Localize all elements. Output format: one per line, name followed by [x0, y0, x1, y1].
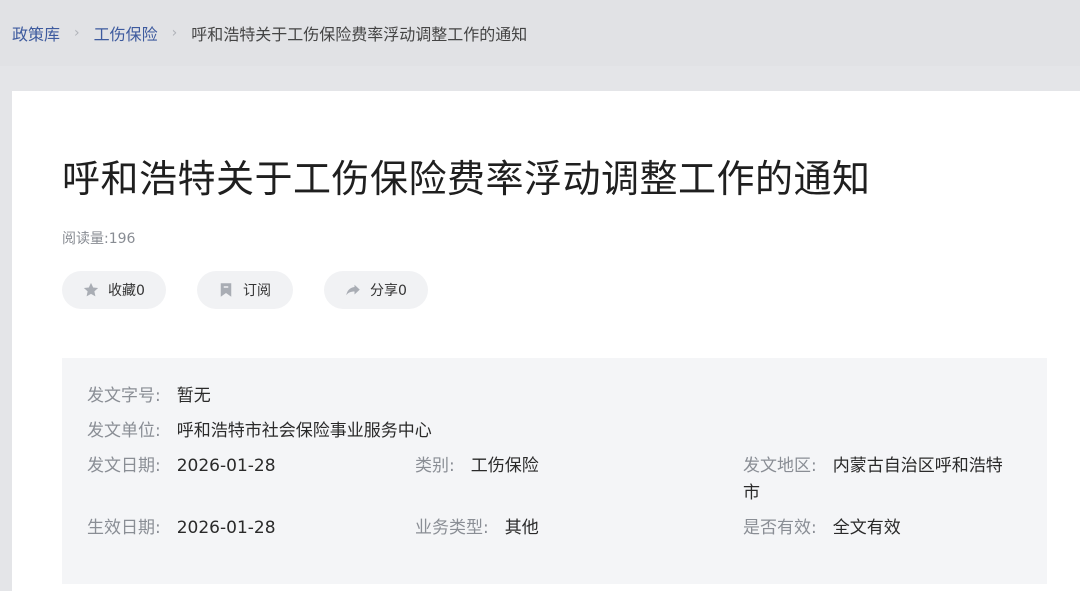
validity-value: 全文有效: [832, 518, 901, 538]
breadcrumb-work-injury-insurance[interactable]: 工伤保险: [94, 21, 158, 45]
breadcrumb-policy-library[interactable]: 政策库: [12, 21, 60, 45]
action-bar: 收藏0 订阅 分享0: [62, 271, 459, 309]
issue-date-value: 2026-01-28: [176, 456, 276, 476]
article-card: 呼和浩特关于工伤保险费率浮动调整工作的通知 阅读量:196 收藏0 订阅 分享0…: [12, 91, 1080, 591]
breadcrumb-separator-icon: ›: [74, 25, 80, 41]
breadcrumb-separator-icon: ›: [171, 25, 178, 41]
issue-date-label: 发文日期:: [87, 456, 161, 476]
breadcrumb-current: 呼和浩特关于工伤保险费率浮动调整工作的通知: [191, 25, 528, 44]
effective-date-value: 2026-01-28: [176, 518, 276, 538]
breadcrumb: 政策库 › 工伤保险 › 呼和浩特关于工伤保险费率浮动调整工作的通知: [0, 0, 1080, 66]
region-value-continued: 市: [743, 483, 760, 503]
collect-label: 收藏0: [108, 283, 145, 299]
issuer-label: 发文单位:: [87, 421, 161, 441]
meta-row-region-wrap: 市: [62, 480, 1047, 510]
business-type-label: 业务类型:: [415, 518, 489, 538]
page-title: 呼和浩特关于工伤保险费率浮动调整工作的通知: [62, 157, 871, 201]
meta-row-doc-number: 发文字号: 暂无: [62, 383, 1047, 413]
read-count: 阅读量:196: [62, 231, 136, 247]
doc-number-value: 暂无: [176, 386, 211, 406]
issuer-value: 呼和浩特市社会保险事业服务中心: [176, 421, 432, 441]
share-arrow-icon: [344, 281, 362, 299]
effective-date-label: 生效日期:: [87, 518, 161, 538]
category-label: 类别:: [415, 456, 455, 476]
meta-row-dates: 发文日期: 2026-01-28 类别: 工伤保险 发文地区: 内蒙古自治区呼和…: [62, 453, 1047, 483]
document-meta: 发文字号: 暂无 发文单位: 呼和浩特市社会保险事业服务中心 发文日期: 202…: [62, 358, 1047, 584]
doc-number-label: 发文字号:: [87, 386, 161, 406]
category-value: 工伤保险: [470, 456, 539, 476]
meta-row-effective: 生效日期: 2026-01-28 业务类型: 其他 是否有效: 全文有效: [62, 515, 1047, 545]
collect-button[interactable]: 收藏0: [62, 271, 166, 309]
share-label: 分享0: [370, 283, 407, 299]
subscribe-label: 订阅: [243, 283, 271, 299]
validity-label: 是否有效:: [743, 518, 817, 538]
region-value: 内蒙古自治区呼和浩特: [832, 456, 1003, 476]
region-label: 发文地区:: [743, 456, 817, 476]
star-icon: [82, 281, 100, 299]
share-button[interactable]: 分享0: [324, 271, 428, 309]
subscribe-button[interactable]: 订阅: [197, 271, 293, 309]
meta-row-issuer: 发文单位: 呼和浩特市社会保险事业服务中心: [62, 418, 1047, 448]
business-type-value: 其他: [504, 518, 539, 538]
bookmark-icon: [217, 281, 235, 299]
